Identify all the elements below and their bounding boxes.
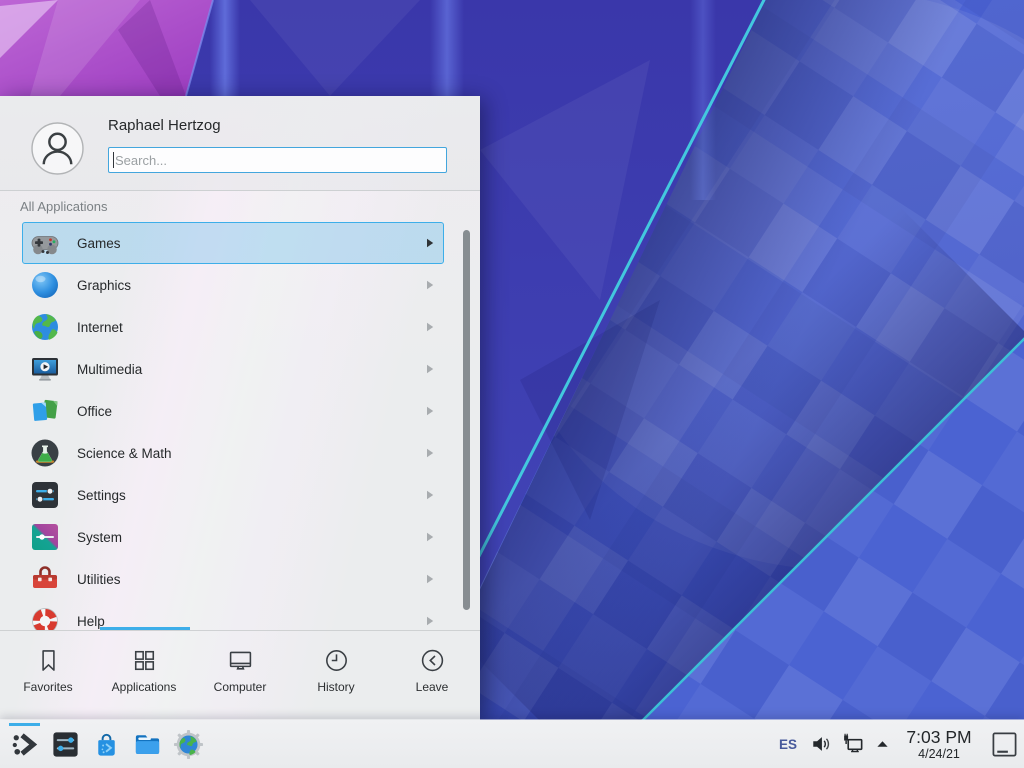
tab-label: Applications [112, 680, 177, 694]
category-label: Games [77, 236, 121, 251]
science-icon [29, 437, 61, 469]
category-label: Settings [77, 488, 126, 503]
category-label: Science & Math [77, 446, 172, 461]
taskbar-app-icons [4, 720, 209, 768]
taskbar-app-application-launcher[interactable] [4, 720, 45, 768]
user-avatar[interactable] [31, 122, 84, 175]
applications-icon [131, 647, 158, 674]
tab-applications[interactable]: Applications [96, 631, 192, 720]
dolphin-folder-icon [132, 729, 163, 760]
computer-icon [227, 647, 254, 674]
category-science-math[interactable]: Science & Math [22, 432, 444, 474]
show-desktop-icon [991, 729, 1018, 760]
multimedia-icon [29, 353, 61, 385]
active-tab-indicator [100, 627, 190, 630]
taskbar-app-web-browser[interactable] [168, 720, 209, 768]
clock-date: 4/24/21 [900, 747, 978, 761]
volume-icon[interactable] [811, 734, 831, 754]
submenu-arrow-icon [426, 238, 434, 248]
text-cursor [113, 152, 114, 168]
graphics-icon [29, 269, 61, 301]
scrollbar[interactable] [463, 230, 470, 610]
search-input[interactable] [108, 147, 447, 173]
favorites-icon [35, 647, 62, 674]
office-icon [29, 395, 61, 427]
utilities-icon [29, 563, 61, 595]
category-internet[interactable]: Internet [22, 306, 444, 348]
system-settings-icon [50, 729, 81, 760]
user-name: Raphael Hertzog [108, 117, 221, 134]
category-list: Games Graphics Internet Multimedia Office Sci… [0, 222, 480, 630]
launcher-tab-bar: Favorites Applications Computer History Leav… [0, 631, 480, 720]
kde-launcher-icon [9, 729, 40, 760]
submenu-arrow-icon [426, 364, 434, 374]
submenu-arrow-icon [426, 616, 434, 626]
discover-icon [91, 729, 122, 760]
internet-icon [29, 311, 61, 343]
search-field [108, 147, 447, 173]
taskbar-app-discover[interactable] [86, 720, 127, 768]
system-icon [29, 521, 61, 553]
tab-label: Computer [214, 680, 267, 694]
network-icon[interactable] [842, 733, 865, 756]
submenu-arrow-icon [426, 322, 434, 332]
tab-label: Favorites [23, 680, 72, 694]
history-icon [323, 647, 350, 674]
tab-history[interactable]: History [288, 631, 384, 720]
category-help[interactable]: Help [22, 600, 444, 630]
expand-tray-icon[interactable] [876, 739, 889, 749]
submenu-arrow-icon [426, 406, 434, 416]
leave-icon [419, 647, 446, 674]
category-label: Internet [77, 320, 123, 335]
keyboard-layout-indicator[interactable]: ES [779, 737, 797, 752]
konqueror-globe-icon [173, 729, 204, 760]
submenu-arrow-icon [426, 280, 434, 290]
category-label: Utilities [77, 572, 121, 587]
submenu-arrow-icon [426, 490, 434, 500]
tab-label: History [317, 680, 354, 694]
user-icon [31, 122, 84, 175]
submenu-arrow-icon [426, 448, 434, 458]
tab-label: Leave [416, 680, 449, 694]
tab-favorites[interactable]: Favorites [0, 631, 96, 720]
digital-clock[interactable]: 7:03 PM 4/24/21 [900, 728, 978, 761]
settings-icon [29, 479, 61, 511]
category-utilities[interactable]: Utilities [22, 558, 444, 600]
taskbar-app-system-settings[interactable] [45, 720, 86, 768]
category-graphics[interactable]: Graphics [22, 264, 444, 306]
category-label: System [77, 530, 122, 545]
submenu-arrow-icon [426, 532, 434, 542]
category-office[interactable]: Office [22, 390, 444, 432]
tab-leave[interactable]: Leave [384, 631, 480, 720]
category-label: Office [77, 404, 112, 419]
desktop: Raphael Hertzog All Applications Games Gr… [0, 0, 1024, 768]
show-desktop-button[interactable] [991, 729, 1018, 760]
category-label: Multimedia [77, 362, 142, 377]
clock-time: 7:03 PM [900, 728, 978, 747]
category-settings[interactable]: Settings [22, 474, 444, 516]
category-system[interactable]: System [22, 516, 444, 558]
taskbar: ES 7:03 PM 4/24/21 [0, 720, 1024, 768]
launcher-header: Raphael Hertzog [0, 96, 480, 191]
category-multimedia[interactable]: Multimedia [22, 348, 444, 390]
submenu-arrow-icon [426, 574, 434, 584]
section-label: All Applications [20, 199, 107, 214]
taskbar-app-file-manager[interactable] [127, 720, 168, 768]
category-games[interactable]: Games [22, 222, 444, 264]
application-launcher-menu: Raphael Hertzog All Applications Games Gr… [0, 96, 480, 720]
games-icon [29, 227, 61, 259]
system-tray: ES 7:03 PM 4/24/21 [779, 720, 1024, 768]
help-icon [29, 605, 61, 630]
category-label: Graphics [77, 278, 131, 293]
tab-computer[interactable]: Computer [192, 631, 288, 720]
